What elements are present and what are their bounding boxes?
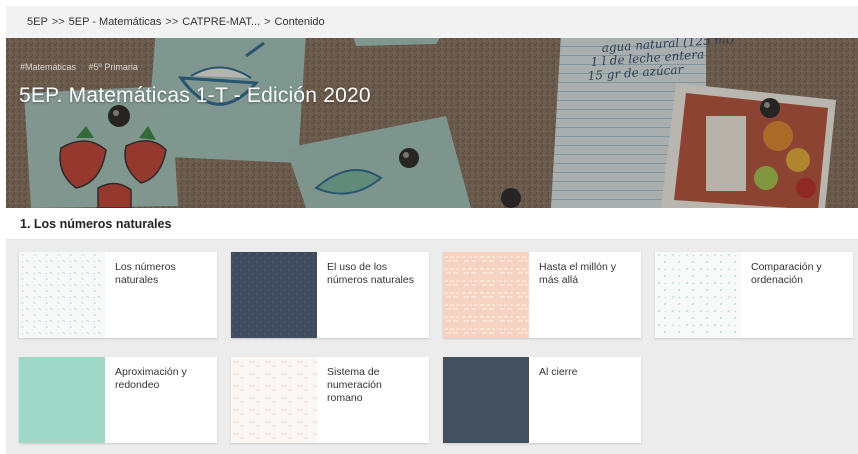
card-thumbnail [231,252,317,338]
activity-card-numeros-naturales[interactable]: Los números naturales [19,252,217,338]
activity-grid: Los números naturales El uso de los núme… [6,240,858,454]
card-label: Sistema de numeración romano [327,366,382,404]
breadcrumb-item-catpre[interactable]: CATPRE-MAT... [182,16,260,28]
card-label: El uso de los números naturales [327,261,414,286]
activity-card-aproximacion[interactable]: Aproximación y redondeo [19,357,217,443]
breadcrumb: 5EP >> 5EP - Matemáticas >> CATPRE-MAT..… [6,6,858,38]
section-header: 1. Los números naturales [6,208,858,240]
course-title: 5EP. Matemáticas 1-T - Edición 2020 [19,84,371,107]
card-thumbnail [443,252,529,338]
tag-5-primaria[interactable]: #5º Primaria [89,62,138,72]
card-thumbnail [231,357,317,443]
breadcrumb-separator: >> [51,16,65,28]
activity-card-millon[interactable]: Hasta el millón y más allá [443,252,641,338]
course-tags: #Matemáticas #5º Primaria [20,62,148,72]
breadcrumb-item-matematicas[interactable]: 5EP - Matemáticas [69,16,162,28]
card-thumbnail [443,357,529,443]
course-banner: agua natural (125 ml) 1 l de leche enter… [6,38,858,208]
activity-card-comparacion[interactable]: Comparación y ordenación [655,252,853,338]
card-label: Comparación y ordenación [751,261,822,286]
card-label: Aproximación y redondeo [115,366,187,391]
card-thumbnail [19,357,105,443]
card-label: Los números naturales [115,261,176,286]
section-title: 1. Los números naturales [20,216,172,231]
card-label: Al cierre [539,366,578,378]
breadcrumb-item-current: Contenido [274,16,325,28]
page-frame: 5EP >> 5EP - Matemáticas >> CATPRE-MAT..… [6,6,858,454]
tag-matematicas[interactable]: #Matemáticas [20,62,76,72]
breadcrumb-item-5ep[interactable]: 5EP [27,16,48,28]
activity-card-romano[interactable]: Sistema de numeración romano [231,357,429,443]
activity-card-uso-numeros[interactable]: El uso de los números naturales [231,252,429,338]
card-thumbnail [655,252,741,338]
card-label: Hasta el millón y más allá [539,261,617,286]
breadcrumb-separator: >> [165,16,179,28]
breadcrumb-separator: > [264,16,271,28]
activity-card-al-cierre[interactable]: Al cierre [443,357,641,443]
card-thumbnail [19,252,105,338]
